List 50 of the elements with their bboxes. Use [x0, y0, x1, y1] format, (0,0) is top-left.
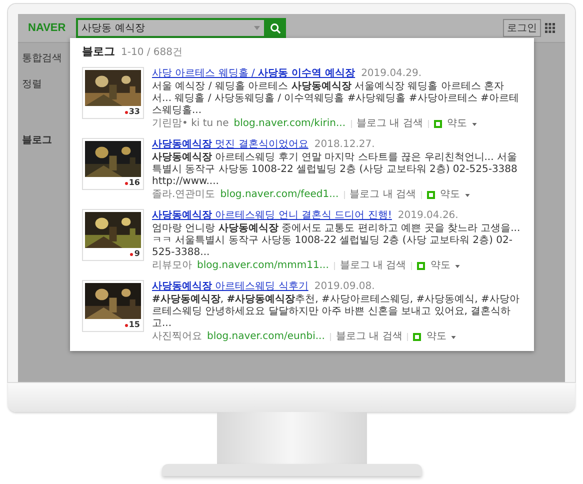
popup-title: 블로그 [82, 44, 115, 59]
blog-author[interactable]: 리뷰모아 [152, 260, 192, 272]
map-icon [413, 333, 422, 341]
blog-url[interactable]: blog.naver.com/kirin... [234, 118, 346, 130]
result-title-link[interactable]: 사당동예식장 멋진 결혼식이었어요 [152, 138, 308, 151]
blog-url[interactable]: blog.naver.com/eunbi... [207, 331, 325, 343]
search-button[interactable] [266, 18, 286, 38]
section-title: 블로그 [22, 134, 53, 147]
map-link[interactable]: 약도 [430, 260, 450, 272]
blog-author[interactable]: 기린맘• ki tu ne [152, 118, 229, 130]
map-link[interactable]: 약도 [446, 118, 467, 130]
search-field[interactable]: 사당동 예식장 [76, 18, 266, 38]
nav-tab[interactable]: 통합검색 [22, 51, 66, 65]
search-in-blog-link[interactable]: 블로그 내 검색 [336, 331, 402, 343]
result-snippet: 엄마랑 언니랑 사당동예식장 중에서도 교통도 편리하고 예쁜 곳을 찾느라 고생을... ㅋㅋ 서울특별시 동작구 사당동 1008-22 셀럽빌딩 2층 (사당 교보타워 2층) 02-525-3388... [152, 223, 522, 259]
view-count: 33 [122, 107, 142, 117]
blog-author[interactable]: 졸라.연관미도 [152, 189, 216, 201]
blog-author[interactable]: 사진찍어요 [152, 331, 202, 343]
map-icon [417, 262, 426, 270]
view-count: 16 [122, 178, 142, 188]
map-link[interactable]: 약도 [440, 189, 460, 201]
blog-url[interactable]: blog.naver.com/mmm11... [197, 260, 329, 272]
post-date: 2018.12.27. [314, 139, 375, 150]
sort-menu[interactable]: 정렬 [22, 77, 66, 91]
map-link[interactable]: 약도 [426, 331, 446, 343]
map-icon [434, 120, 442, 128]
result-count: 1-10 / 688건 [121, 46, 183, 59]
result-snippet: #사당동예식장, #사당동예식장추천, #사당아르테스웨딩, #사당동예식, #사당아르테스웨딩 안녕하세요요 달달하지만 아주 바쁜 신혼을 보내고 있어요, 결혼식하고... [152, 294, 520, 330]
result-title-link[interactable]: 사당동예식장 아르테스웨딩 언니 결혼식 드디어 진행! [152, 209, 392, 222]
view-count: 15 [122, 320, 142, 330]
search-in-blog-link[interactable]: 블로그 내 검색 [356, 118, 423, 130]
view-count: 9 [128, 249, 142, 259]
caret-icon [472, 122, 477, 126]
post-date: 2019.09.08. [314, 281, 375, 292]
caret-icon [451, 336, 456, 338]
search-icon [270, 22, 282, 34]
search-in-blog-link[interactable]: 블로그 내 검색 [350, 189, 416, 201]
post-date: 2019.04.29. [361, 68, 422, 79]
result-snippet: 사당동예식장 아르테스웨딩 후기 연말 마지막 스타트를 끊은 우리친척언니... 서울특별시 동작구 사당동 1008-22 셀럽빌딩 2층 (사당 교보타워 2층) 02-525-3388 http://www.... [152, 152, 518, 188]
result-title-link[interactable]: 사당동예식장 아르테스웨딩 식후기 [152, 280, 308, 293]
apps-grid-icon[interactable] [545, 23, 555, 33]
search-in-blog-link[interactable]: 블로그 내 검색 [340, 260, 406, 272]
post-date: 2019.04.26. [398, 210, 458, 221]
caret-icon [455, 264, 460, 268]
caret-icon [254, 26, 260, 30]
caret-icon [465, 194, 470, 196]
map-icon [427, 191, 436, 199]
result-snippet: 서울 예식장 / 웨딩홀 아르테스 사당동예식장 서울예식장 웨딩홀 아르테스 혼자서... 웨딩홀 / 사당동웨딩홀 / 이수역웨딩홀 #사당웨딩홀 #사당아르테스 #아르테스웨딩홀... [152, 81, 520, 117]
blog-url[interactable]: blog.naver.com/feed1... [220, 189, 339, 201]
login-button[interactable]: 로그인 [503, 19, 541, 37]
